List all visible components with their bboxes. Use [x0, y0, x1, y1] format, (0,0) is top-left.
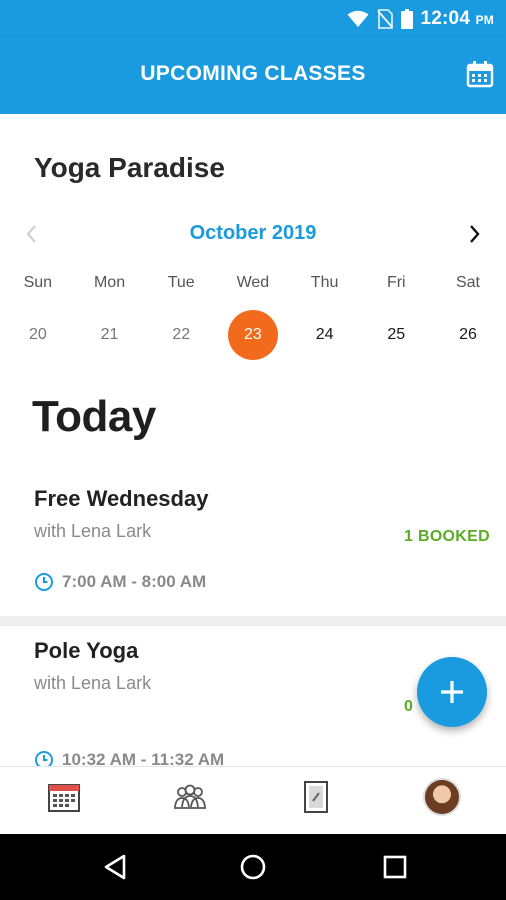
day-cell[interactable]: 21 — [74, 310, 146, 360]
card-divider — [0, 616, 506, 626]
class-name: Free Wednesday — [34, 486, 209, 511]
wifi-icon — [347, 10, 368, 27]
pass-icon — [304, 781, 328, 813]
section-title: Today — [32, 392, 156, 441]
day-cell[interactable]: 20 — [2, 310, 74, 360]
avatar — [423, 778, 461, 816]
system-navigation-bar — [0, 834, 506, 900]
day-row: 20 21 22 23 24 25 26 — [2, 310, 504, 360]
nav-passes[interactable] — [296, 777, 336, 817]
plus-icon — [441, 681, 463, 703]
bottom-navigation — [0, 766, 506, 834]
day-cell[interactable]: 24 — [289, 310, 361, 360]
nav-schedule[interactable] — [44, 777, 84, 817]
app-bar: UPCOMING CLASSES — [0, 38, 506, 114]
recent-apps-icon[interactable] — [380, 852, 410, 882]
class-time: 10:32 AM - 11:32 AM — [34, 750, 224, 766]
day-cell-selected[interactable]: 23 — [217, 310, 289, 360]
weekday-label: Sat — [455, 274, 480, 291]
month-label: October 2019 — [189, 222, 317, 244]
weekday-label: Fri — [386, 274, 406, 291]
status-icons: 12:04 PM — [347, 7, 495, 31]
selected-day[interactable]: 23 — [227, 310, 278, 360]
chevron-right-icon[interactable] — [464, 222, 484, 246]
class-time-text: 10:32 AM - 11:32 AM — [62, 750, 225, 766]
month-navigation: October 2019 — [0, 220, 506, 248]
battery-icon — [400, 9, 413, 29]
calendar-icon — [48, 784, 80, 812]
weekday-label: Tue — [167, 274, 195, 291]
no-sim-icon — [376, 9, 393, 29]
weekday-label: Mon — [93, 274, 126, 291]
weekday-label: Thu — [310, 274, 339, 291]
class-time-text: 7:00 AM - 8:00 AM — [62, 572, 207, 591]
class-card[interactable]: Free Wednesday with Lena Lark 1 BOOKED 7… — [0, 474, 506, 616]
home-icon[interactable] — [238, 852, 268, 882]
class-teacher: with Lena Lark — [34, 521, 152, 541]
day-cell[interactable]: 26 — [432, 310, 504, 360]
weekday-label: Sun — [23, 274, 53, 291]
group-icon — [174, 784, 206, 809]
class-time: 7:00 AM - 8:00 AM — [34, 572, 206, 592]
clock-icon — [35, 751, 53, 766]
studio-name: Yoga Paradise — [34, 152, 225, 183]
class-teacher: with Lena Lark — [34, 673, 152, 693]
page-title: UPCOMING CLASSES — [140, 62, 366, 85]
class-name: Pole Yoga — [34, 638, 139, 663]
booking-status: 1 BOOKED — [404, 528, 490, 545]
clock-icon — [35, 573, 53, 591]
nav-community[interactable] — [170, 777, 210, 817]
booking-status: 0 — [404, 698, 413, 715]
status-time: 12:04 PM — [420, 8, 494, 29]
nav-profile[interactable] — [422, 777, 462, 817]
day-cell[interactable]: 25 — [360, 310, 432, 360]
status-bar: 12:04 PM — [0, 0, 506, 38]
day-cell[interactable]: 22 — [145, 310, 217, 360]
add-button[interactable] — [417, 657, 487, 727]
weekday-label: Wed — [236, 274, 270, 291]
back-icon[interactable] — [100, 852, 130, 882]
calendar-icon[interactable] — [466, 60, 494, 88]
weekday-header: Sun Mon Tue Wed Thu Fri Sat — [2, 274, 504, 292]
